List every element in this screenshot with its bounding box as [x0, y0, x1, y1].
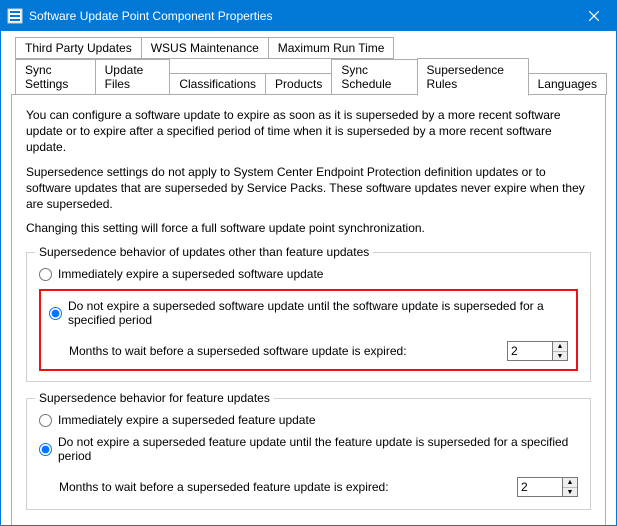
tabs-row-2: Sync Settings Update Files Classificatio…: [11, 58, 606, 95]
tab-sync-schedule[interactable]: Sync Schedule: [331, 59, 417, 95]
radio-wait-nonfeature[interactable]: [49, 307, 62, 320]
radio-immediate-nonfeature-row[interactable]: Immediately expire a superseded software…: [39, 267, 578, 281]
close-button[interactable]: [572, 1, 616, 31]
radio-immediate-nonfeature-label: Immediately expire a superseded software…: [58, 267, 323, 281]
spinner-up-nonfeature[interactable]: ▲: [553, 342, 567, 351]
description-3: Changing this setting will force a full …: [26, 220, 591, 236]
radio-wait-feature-row[interactable]: Do not expire a superseded feature updat…: [39, 435, 578, 463]
group-non-feature: Supersedence behavior of updates other t…: [26, 252, 591, 382]
description-1: You can configure a software update to e…: [26, 107, 591, 156]
app-icon: [7, 8, 23, 24]
radio-immediate-feature-label: Immediately expire a superseded feature …: [58, 413, 316, 427]
months-input-nonfeature[interactable]: [508, 342, 552, 360]
radio-immediate-nonfeature[interactable]: [39, 268, 52, 281]
radio-wait-feature[interactable]: [39, 443, 52, 456]
titlebar: Software Update Point Component Properti…: [1, 1, 616, 31]
spinner-buttons-feature: ▲ ▼: [562, 478, 577, 496]
tab-sync-settings[interactable]: Sync Settings: [15, 59, 96, 95]
client-area: Third Party Updates WSUS Maintenance Max…: [1, 31, 616, 526]
spinner-down-nonfeature[interactable]: ▼: [553, 351, 567, 360]
description-2: Supersedence settings do not apply to Sy…: [26, 164, 591, 213]
radio-wait-nonfeature-label: Do not expire a superseded software upda…: [68, 299, 568, 327]
tab-languages[interactable]: Languages: [528, 73, 607, 95]
months-label-nonfeature: Months to wait before a superseded softw…: [69, 344, 507, 358]
tabs-row-1: Third Party Updates WSUS Maintenance Max…: [11, 37, 606, 59]
group-feature: Supersedence behavior for feature update…: [26, 398, 591, 510]
radio-immediate-feature[interactable]: [39, 414, 52, 427]
months-spinner-nonfeature: ▲ ▼: [507, 341, 568, 361]
tab-third-party-updates[interactable]: Third Party Updates: [15, 37, 142, 59]
tab-page-supersedence: You can configure a software update to e…: [11, 94, 606, 526]
radio-wait-feature-label: Do not expire a superseded feature updat…: [58, 435, 578, 463]
months-row-feature: Months to wait before a superseded featu…: [59, 477, 578, 497]
spinner-down-feature[interactable]: ▼: [563, 487, 577, 496]
months-input-feature[interactable]: [518, 478, 562, 496]
tab-wsus-maintenance[interactable]: WSUS Maintenance: [141, 37, 269, 59]
tab-products[interactable]: Products: [265, 73, 332, 95]
tab-classifications[interactable]: Classifications: [169, 73, 266, 95]
group-feature-legend: Supersedence behavior for feature update…: [35, 391, 274, 405]
window: Software Update Point Component Properti…: [0, 0, 617, 526]
close-icon: [589, 11, 599, 21]
group-non-feature-legend: Supersedence behavior of updates other t…: [35, 245, 373, 259]
spinner-up-feature[interactable]: ▲: [563, 478, 577, 487]
months-label-feature: Months to wait before a superseded featu…: [59, 480, 517, 494]
tab-supersedence-rules[interactable]: Supersedence Rules: [417, 58, 529, 96]
radio-immediate-feature-row[interactable]: Immediately expire a superseded feature …: [39, 413, 578, 427]
tab-update-files[interactable]: Update Files: [95, 59, 171, 95]
radio-wait-nonfeature-row[interactable]: Do not expire a superseded software upda…: [49, 299, 568, 327]
tab-maximum-run-time[interactable]: Maximum Run Time: [268, 37, 395, 59]
highlight-box: Do not expire a superseded software upda…: [39, 289, 578, 371]
months-row-nonfeature: Months to wait before a superseded softw…: [69, 341, 568, 361]
window-title: Software Update Point Component Properti…: [29, 9, 572, 23]
months-spinner-feature: ▲ ▼: [517, 477, 578, 497]
spinner-buttons-nonfeature: ▲ ▼: [552, 342, 567, 360]
